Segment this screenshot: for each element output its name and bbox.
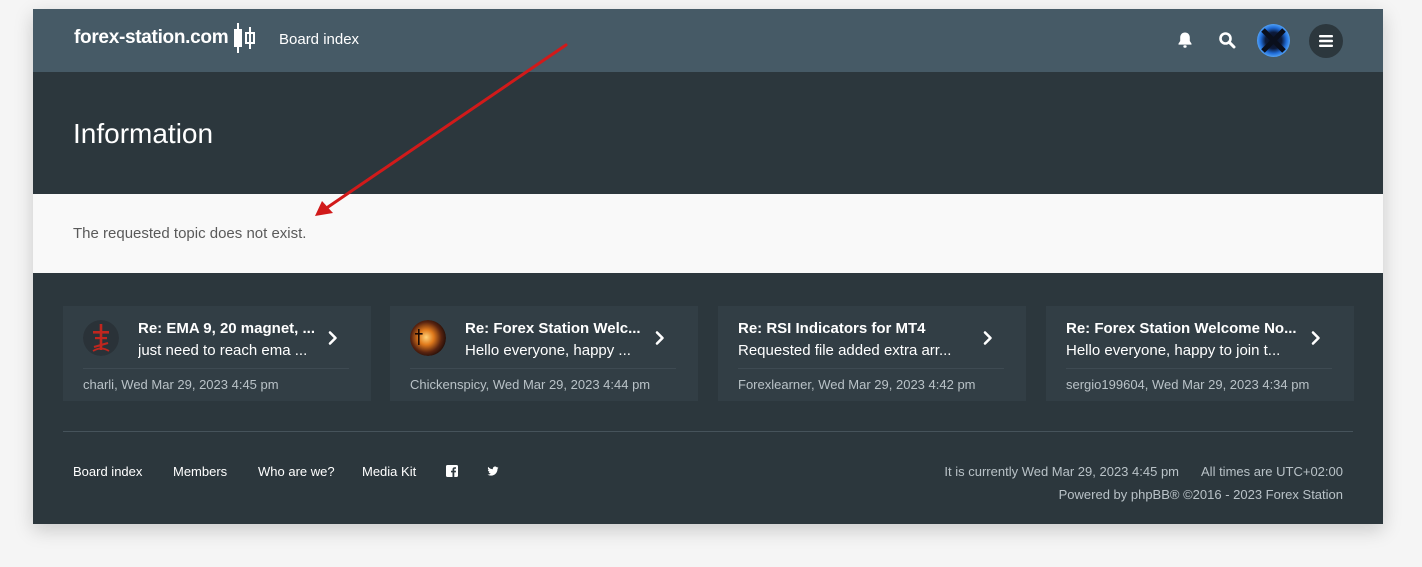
post-meta: Chickenspicy, Wed Mar 29, 2023 4:44 pm: [410, 377, 651, 392]
logo-text: forex-station.com: [74, 27, 229, 48]
current-time: It is currently Wed Mar 29, 2023 4:45 pm: [944, 464, 1179, 479]
page-title: Information: [73, 118, 214, 149]
site-logo[interactable]: forex-station.com: [74, 23, 256, 53]
card-divider: [1066, 368, 1332, 369]
info-message: The requested topic does not exist.: [73, 225, 307, 242]
recent-post-card[interactable]: Re: RSI Indicators for MT4 Requested fil…: [718, 306, 1026, 401]
powered-by: Powered by phpBB® ©2016 - 2023 Forex Sta…: [1058, 487, 1343, 502]
page-frame: forex-station.com Board index Informatio…: [33, 9, 1383, 524]
user-avatar[interactable]: [1257, 24, 1290, 57]
post-title[interactable]: Re: RSI Indicators for MT4: [738, 320, 973, 337]
footer-link-media-kit[interactable]: Media Kit: [362, 464, 416, 479]
candlestick-logo-icon: [234, 23, 256, 53]
search-icon[interactable]: [1216, 29, 1238, 51]
card-divider: [410, 368, 676, 369]
post-title[interactable]: Re: Forex Station Welc...: [465, 320, 643, 337]
footer-link-members[interactable]: Members: [173, 464, 227, 479]
chevron-right-icon[interactable]: [980, 330, 996, 346]
card-divider: [738, 368, 1004, 369]
post-meta: sergio199604, Wed Mar 29, 2023 4:34 pm: [1066, 377, 1310, 392]
chevron-right-icon[interactable]: [652, 330, 668, 346]
hamburger-menu-icon[interactable]: [1309, 24, 1343, 58]
cross-avatar: [83, 320, 119, 356]
twitter-icon[interactable]: [487, 465, 499, 477]
post-title[interactable]: Re: EMA 9, 20 magnet, ...: [138, 320, 316, 337]
sunset-avatar: [410, 320, 446, 356]
chevron-right-icon[interactable]: [325, 330, 341, 346]
card-divider: [83, 368, 349, 369]
title-band: Information: [33, 72, 1383, 194]
recent-post-card[interactable]: Re: Forex Station Welcome No... Hello ev…: [1046, 306, 1354, 401]
info-message-box: The requested topic does not exist.: [33, 194, 1383, 273]
recent-post-card[interactable]: Re: Forex Station Welc... Hello everyone…: [390, 306, 698, 401]
timezone: All times are UTC+02:00: [1201, 464, 1343, 479]
footer-divider: [63, 431, 1353, 432]
post-meta: charli, Wed Mar 29, 2023 4:45 pm: [83, 377, 279, 392]
chevron-right-icon[interactable]: [1308, 330, 1324, 346]
nav-board-index[interactable]: Board index: [279, 31, 359, 48]
footer-link-who-are-we[interactable]: Who are we?: [258, 464, 335, 479]
top-header: forex-station.com Board index: [33, 9, 1383, 72]
post-title[interactable]: Re: Forex Station Welcome No...: [1066, 320, 1301, 337]
post-excerpt: just need to reach ema ...: [138, 342, 308, 359]
recent-post-card[interactable]: Re: EMA 9, 20 magnet, ... just need to r…: [63, 306, 371, 401]
footer-link-board-index[interactable]: Board index: [73, 464, 142, 479]
post-meta: Forexlearner, Wed Mar 29, 2023 4:42 pm: [738, 377, 976, 392]
facebook-icon[interactable]: [446, 465, 458, 477]
post-excerpt: Hello everyone, happy to join t...: [1066, 342, 1281, 359]
bell-icon[interactable]: [1174, 29, 1196, 51]
post-excerpt: Requested file added extra arr...: [738, 342, 952, 359]
post-excerpt: Hello everyone, happy ...: [465, 342, 631, 359]
